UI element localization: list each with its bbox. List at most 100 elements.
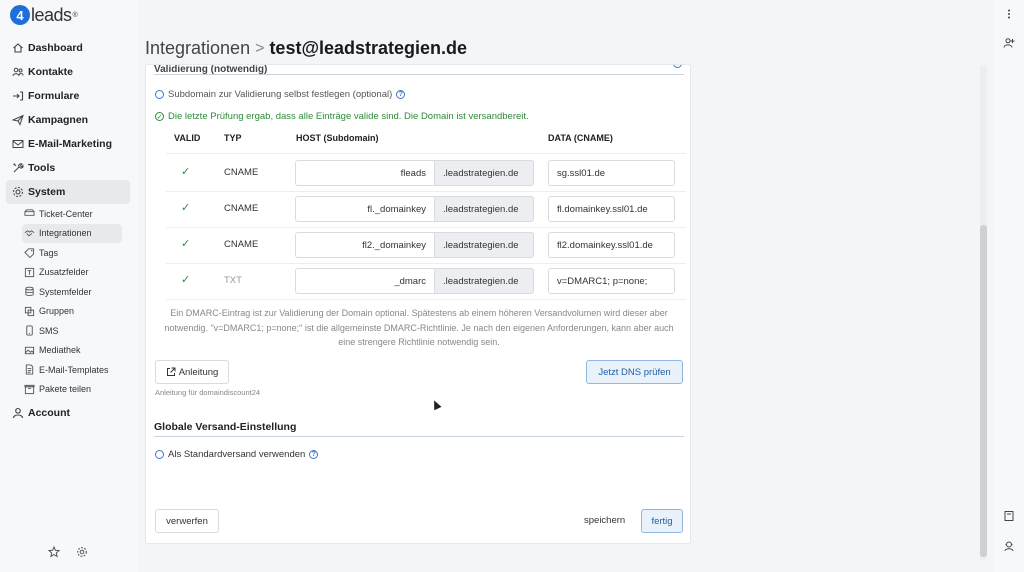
host-field-group: fleads .leadstrategien.de bbox=[295, 160, 534, 186]
data-input[interactable]: fl2.domainkey.ssl01.de bbox=[548, 232, 675, 258]
check-icon: ✓ bbox=[181, 238, 191, 250]
sub-item-systemfelder[interactable]: Systemfelder bbox=[22, 282, 122, 302]
host-input[interactable]: _dmarc bbox=[295, 268, 434, 294]
record-type: CNAME bbox=[224, 167, 259, 178]
save-button[interactable]: speichern bbox=[584, 515, 625, 526]
mobile-icon bbox=[26, 325, 33, 336]
discard-button-label: verwerfen bbox=[166, 515, 208, 527]
nav-kampagnen[interactable]: Kampagnen bbox=[6, 108, 130, 132]
host-field-group: fl._domainkey .leadstrategien.de bbox=[295, 196, 534, 222]
nav-formulare[interactable]: Formulare bbox=[6, 84, 130, 108]
nav-kontakte[interactable]: Kontakte bbox=[6, 60, 130, 84]
more-vertical-icon[interactable] bbox=[1003, 8, 1015, 20]
discard-button[interactable]: verwerfen bbox=[155, 509, 219, 533]
add-user-icon[interactable] bbox=[1003, 37, 1015, 49]
subdomain-option-label: Subdomain zur Validierung selbst festleg… bbox=[168, 89, 393, 100]
logo-text: leads bbox=[31, 4, 72, 25]
sub-item-gruppen[interactable]: Gruppen bbox=[22, 302, 122, 322]
global-section-title: Globale Versand-Einstellung bbox=[154, 421, 684, 437]
star-icon[interactable] bbox=[48, 546, 60, 558]
table-row: ✓ CNAME fl._domainkey .leadstrategien.de… bbox=[166, 191, 686, 227]
data-input[interactable]: v=DMARC1; p=none; bbox=[548, 268, 675, 294]
sidebar: 4 leads ® Dashboard Kontakte Formulare K… bbox=[0, 0, 138, 572]
anleitung-button[interactable]: Anleitung bbox=[155, 360, 229, 384]
subdomain-radio[interactable] bbox=[155, 90, 164, 99]
host-input[interactable]: fl2._domainkey bbox=[295, 232, 434, 258]
host-domain-suffix: .leadstrategien.de bbox=[434, 268, 534, 294]
validation-success-text: Die letzte Prüfung ergab, dass alle Eint… bbox=[168, 111, 529, 122]
record-type: CNAME bbox=[224, 239, 259, 250]
host-input[interactable]: fl._domainkey bbox=[295, 196, 434, 222]
nav-dashboard[interactable]: Dashboard bbox=[6, 36, 130, 60]
standard-option[interactable]: Als Standardversand verwenden ? bbox=[155, 449, 319, 460]
nav-tools-label: Tools bbox=[28, 162, 56, 174]
breadcrumb: Integrationen > test@leadstrategien.de bbox=[145, 38, 467, 59]
nav-email-marketing[interactable]: E-Mail-Marketing bbox=[6, 132, 130, 156]
sub-item-mediathek[interactable]: Mediathek bbox=[22, 341, 122, 361]
standard-radio[interactable] bbox=[155, 450, 164, 459]
host-field-group: _dmarc .leadstrategien.de bbox=[295, 268, 534, 294]
anleitung-button-label: Anleitung bbox=[178, 366, 219, 378]
scrollbar[interactable] bbox=[980, 65, 987, 560]
anleitung-hint: Anleitung für domaindiscount24 bbox=[155, 388, 261, 397]
document-icon bbox=[25, 364, 34, 375]
dns-check-button-label: Jetzt DNS prüfen bbox=[598, 366, 671, 378]
validation-section-header: Validierung (notwendig) bbox=[154, 64, 684, 75]
home-icon bbox=[13, 43, 23, 53]
nav-kontakte-label: Kontakte bbox=[28, 66, 73, 78]
column-header-host: HOST (Subdomain) bbox=[296, 133, 379, 143]
sub-item-label: Ticket-Center bbox=[39, 208, 93, 219]
logo-mark: 4 bbox=[10, 5, 30, 25]
book-icon[interactable] bbox=[1003, 510, 1015, 522]
help-icon[interactable]: ? bbox=[309, 450, 319, 459]
sub-item-ticket-center[interactable]: Ticket-Center bbox=[22, 204, 122, 224]
done-button[interactable]: fertig bbox=[641, 509, 683, 533]
table-row: ✓ TXT _dmarc .leadstrategien.de v=DMARC1… bbox=[166, 263, 686, 299]
check-icon: ✓ bbox=[181, 274, 191, 286]
sub-item-sms[interactable]: SMS bbox=[22, 321, 122, 341]
host-domain-suffix: .leadstrategien.de bbox=[434, 160, 534, 186]
nav-account[interactable]: Account bbox=[6, 401, 130, 425]
column-header-valid: VALID bbox=[174, 133, 201, 143]
sub-item-label: Integrationen bbox=[39, 228, 92, 239]
system-submenu: Ticket-Center Integrationen Tags Zusatzf… bbox=[6, 204, 130, 399]
sub-item-tags[interactable]: Tags bbox=[22, 243, 122, 263]
nav-tools[interactable]: Tools bbox=[6, 156, 130, 180]
data-input[interactable]: sg.ssl01.de bbox=[548, 160, 675, 186]
sub-item-email-templates[interactable]: E-Mail-Templates bbox=[22, 360, 122, 380]
subdomain-option[interactable]: Subdomain zur Validierung selbst festleg… bbox=[155, 89, 406, 100]
sub-item-zusatzfelder[interactable]: Zusatzfelder bbox=[22, 263, 122, 283]
nav-system[interactable]: System bbox=[6, 180, 130, 204]
domain-settings-card: Validierung (notwendig) Subdomain zur Va… bbox=[145, 64, 691, 544]
host-input[interactable]: fleads bbox=[295, 160, 434, 186]
user-icon bbox=[12, 407, 24, 419]
data-input[interactable]: fl.domainkey.ssl01.de bbox=[548, 196, 675, 222]
images-icon bbox=[24, 346, 35, 354]
host-field-group: fl2._domainkey .leadstrategien.de bbox=[295, 232, 534, 258]
sub-item-pakete-teilen[interactable]: Pakete teilen bbox=[22, 380, 122, 400]
breadcrumb-separator: > bbox=[255, 39, 265, 57]
support-icon[interactable] bbox=[1003, 540, 1015, 552]
help-icon[interactable]: ? bbox=[396, 90, 406, 99]
text-box-icon bbox=[24, 267, 35, 277]
layers-icon bbox=[24, 306, 35, 316]
sub-item-label: Tags bbox=[39, 247, 59, 258]
ticket-icon bbox=[24, 209, 35, 217]
sub-item-label: Mediathek bbox=[39, 345, 81, 356]
sub-item-integrationen[interactable]: Integrationen bbox=[22, 223, 122, 243]
right-rail bbox=[994, 0, 1024, 572]
nav-account-label: Account bbox=[28, 407, 70, 419]
sub-item-label: Systemfelder bbox=[39, 286, 92, 297]
sub-item-label: SMS bbox=[39, 325, 59, 336]
logo-registered: ® bbox=[72, 11, 78, 19]
dns-check-button[interactable]: Jetzt DNS prüfen bbox=[586, 360, 683, 384]
settings-icon[interactable] bbox=[76, 546, 88, 558]
breadcrumb-integrationen[interactable]: Integrationen bbox=[145, 38, 250, 59]
app-logo[interactable]: 4 leads ® bbox=[10, 4, 78, 26]
nav-formulare-label: Formulare bbox=[28, 90, 80, 102]
validation-section-title: Validierung (notwendig) bbox=[154, 64, 268, 75]
check-icon: ✓ bbox=[181, 166, 191, 178]
help-icon[interactable] bbox=[673, 65, 682, 68]
external-link-icon bbox=[166, 367, 176, 376]
scrollbar-thumb[interactable] bbox=[980, 225, 987, 557]
